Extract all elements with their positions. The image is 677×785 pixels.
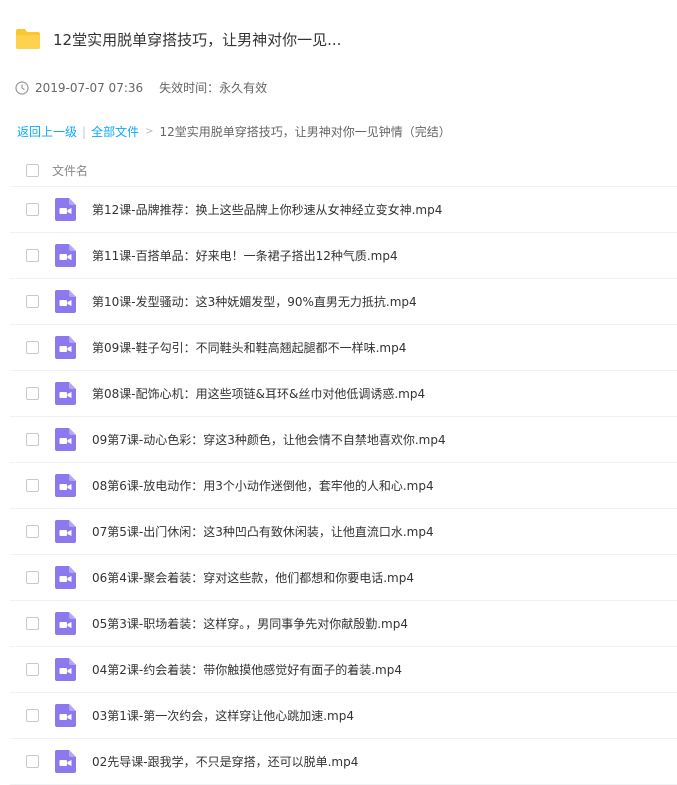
file-checkbox[interactable] (26, 525, 39, 538)
file-checkbox[interactable] (26, 203, 39, 216)
file-name[interactable]: 第08课-配饰心机：用这些项链&耳环&丝巾对他低调诱惑.mp4 (92, 385, 425, 402)
file-name[interactable]: 02先导课-跟我学，不只是穿搭，还可以脱单.mp4 (92, 753, 358, 770)
share-date: 2019-07-07 07:36 (35, 80, 144, 95)
file-name[interactable]: 05第3课-职场着装：这样穿。，男同事争先对你献殷勤.mp4 (92, 615, 408, 632)
video-file-icon (55, 658, 76, 681)
column-header-filename: 文件名 (52, 163, 89, 178)
file-checkbox[interactable] (26, 249, 39, 262)
file-checkbox[interactable] (26, 663, 39, 676)
file-row[interactable]: 第08课-配饰心机：用这些项链&耳环&丝巾对他低调诱惑.mp4 (10, 371, 677, 417)
share-title: 12堂实用脱单穿搭技巧，让男神对你一见... (53, 30, 342, 49)
file-row[interactable]: 第12课-品牌推荐：换上这些品牌上你秒速从女神经立变女神.mp4 (10, 187, 677, 233)
video-file-icon (55, 704, 76, 727)
chevron-right-icon: > (145, 126, 154, 137)
file-row[interactable]: 09第7课-动心色彩：穿这3种颜色，让他会情不自禁地喜欢你.mp4 (10, 417, 677, 463)
video-file-icon (55, 336, 76, 359)
folder-icon (16, 29, 40, 49)
file-row[interactable]: 第11课-百搭单品：好来电！一条裙子搭出12种气质.mp4 (10, 233, 677, 279)
clock-icon (15, 80, 29, 95)
file-row[interactable]: 03第1课-第一次约会，这样穿让他心跳加速.mp4 (10, 693, 677, 739)
file-list: 文件名 第12课-品牌推荐：换上这些品牌上你秒速从女神经立变女神.mp4 第11课… (10, 154, 677, 785)
file-checkbox[interactable] (26, 387, 39, 400)
file-checkbox[interactable] (26, 617, 39, 630)
file-checkbox[interactable] (26, 433, 39, 446)
file-name[interactable]: 03第1课-第一次约会，这样穿让他心跳加速.mp4 (92, 707, 354, 724)
file-name[interactable]: 04第2课-约会着装：带你触摸他感觉好有面子的着装.mp4 (92, 661, 402, 678)
breadcrumb-current: 12堂实用脱单穿搭技巧，让男神对你一见钟情（完结） (159, 125, 451, 139)
file-row[interactable]: 第10课-发型骚动：这3种妩媚发型，90%直男无力抵抗.mp4 (10, 279, 677, 325)
file-name[interactable]: 第12课-品牌推荐：换上这些品牌上你秒速从女神经立变女神.mp4 (92, 201, 442, 218)
file-checkbox[interactable] (26, 571, 39, 584)
file-row[interactable]: 06第4课-聚会着装：穿对这些款，他们都想和你要电话.mp4 (10, 555, 677, 601)
video-file-icon (55, 474, 76, 497)
file-name[interactable]: 07第5课-出门休闲：这3种凹凸有致休闲装，让他直流口水.mp4 (92, 523, 434, 540)
file-checkbox[interactable] (26, 709, 39, 722)
all-files-link[interactable]: 全部文件 (91, 123, 139, 140)
file-name[interactable]: 06第4课-聚会着装：穿对这些款，他们都想和你要电话.mp4 (92, 569, 414, 586)
breadcrumb: 返回上一级 | 全部文件 > 12堂实用脱单穿搭技巧，让男神对你一见钟情（完结） (17, 123, 451, 140)
video-file-icon (55, 382, 76, 405)
video-file-icon (55, 290, 76, 313)
video-file-icon (55, 612, 76, 635)
select-all-checkbox[interactable] (26, 163, 39, 177)
file-name[interactable]: 第11课-百搭单品：好来电！一条裙子搭出12种气质.mp4 (92, 247, 398, 264)
video-file-icon (55, 750, 76, 773)
file-row[interactable]: 08第6课-放电动作：用3个小动作迷倒他，套牢他的人和心.mp4 (10, 463, 677, 509)
video-file-icon (55, 198, 76, 221)
file-checkbox[interactable] (26, 755, 39, 768)
share-meta: 2019-07-07 07:36 失效时间：永久有效 (15, 79, 267, 96)
file-row[interactable]: 02先导课-跟我学，不只是穿搭，还可以脱单.mp4 (10, 739, 677, 785)
expire-time: 失效时间：永久有效 (159, 81, 268, 95)
share-header: 12堂实用脱单穿搭技巧，让男神对你一见... (15, 28, 341, 50)
file-checkbox[interactable] (26, 479, 39, 492)
file-name[interactable]: 第09课-鞋子勾引：不同鞋头和鞋高翘起腿都不一样味.mp4 (92, 339, 406, 356)
file-name[interactable]: 08第6课-放电动作：用3个小动作迷倒他，套牢他的人和心.mp4 (92, 477, 434, 494)
video-file-icon (55, 566, 76, 589)
list-header: 文件名 (10, 154, 677, 187)
file-checkbox[interactable] (26, 341, 39, 354)
file-row[interactable]: 第09课-鞋子勾引：不同鞋头和鞋高翘起腿都不一样味.mp4 (10, 325, 677, 371)
breadcrumb-separator: | (82, 124, 87, 139)
back-link[interactable]: 返回上一级 (17, 123, 77, 140)
file-name[interactable]: 09第7课-动心色彩：穿这3种颜色，让他会情不自禁地喜欢你.mp4 (92, 431, 446, 448)
video-file-icon (55, 244, 76, 267)
file-checkbox[interactable] (26, 295, 39, 308)
file-name[interactable]: 第10课-发型骚动：这3种妩媚发型，90%直男无力抵抗.mp4 (92, 293, 417, 310)
file-row[interactable]: 04第2课-约会着装：带你触摸他感觉好有面子的着装.mp4 (10, 647, 677, 693)
video-file-icon (55, 428, 76, 451)
file-row[interactable]: 05第3课-职场着装：这样穿。，男同事争先对你献殷勤.mp4 (10, 601, 677, 647)
file-row[interactable]: 07第5课-出门休闲：这3种凹凸有致休闲装，让他直流口水.mp4 (10, 509, 677, 555)
video-file-icon (55, 520, 76, 543)
